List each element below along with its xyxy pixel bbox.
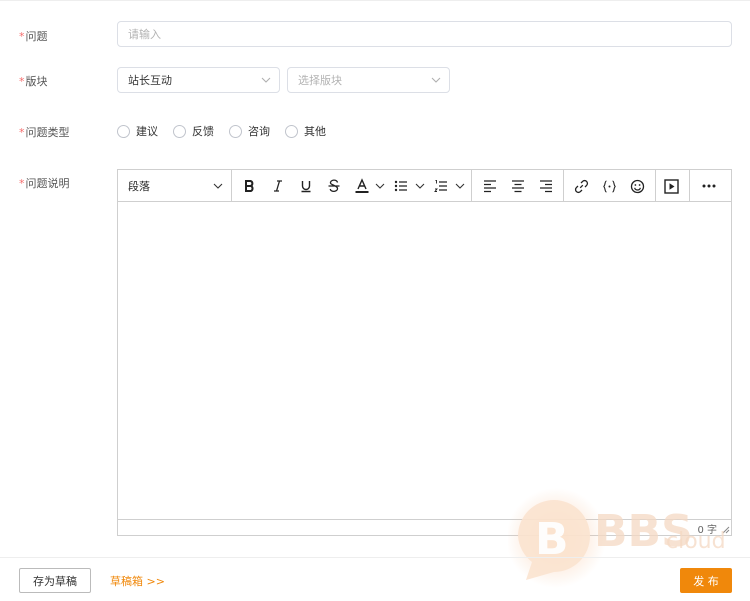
editor-toolbar: 段落 [118, 170, 731, 202]
chevron-down-icon [375, 183, 385, 189]
section-select[interactable]: 站长互动 [117, 67, 280, 93]
align-center-button[interactable] [507, 170, 529, 202]
section-label-text: 版块 [25, 75, 48, 88]
italic-button[interactable] [267, 170, 289, 202]
footer-divider [0, 557, 750, 558]
editor-content-area[interactable] [118, 203, 731, 519]
question-placeholder: 请输入 [128, 28, 161, 41]
align-right-icon [540, 180, 552, 193]
toolbar-divider [471, 170, 472, 202]
align-right-button[interactable] [535, 170, 557, 202]
bullet-list-button[interactable] [391, 170, 411, 202]
radio-label: 反馈 [192, 125, 214, 138]
radio-other[interactable]: 其他 [285, 124, 326, 138]
text-color-dropdown[interactable] [373, 170, 387, 202]
section-selected-value: 站长互动 [128, 74, 172, 87]
bold-button[interactable] [239, 170, 261, 202]
code-icon [602, 179, 616, 193]
toolbar-divider [689, 170, 690, 202]
word-count: 0 字 [697, 525, 717, 536]
italic-icon [274, 180, 282, 192]
description-label-text: 问题说明 [25, 177, 70, 190]
text-color-icon [355, 178, 369, 193]
bullet-list-dropdown[interactable] [413, 170, 427, 202]
strikethrough-icon [328, 179, 340, 193]
question-label-text: 问题 [25, 30, 48, 43]
radio-circle[interactable] [229, 124, 242, 138]
radio-circle[interactable] [285, 124, 298, 138]
drafts-link[interactable]: 草稿箱 >> [110, 573, 165, 589]
chevron-down-icon [213, 183, 223, 189]
required-mark: * [19, 30, 25, 43]
description-label: *问题说明 [19, 175, 70, 191]
numbered-list-icon [434, 180, 447, 192]
rich-text-editor: 段落 0 字 [117, 169, 732, 536]
subsection-placeholder: 选择版块 [298, 74, 342, 87]
underline-button[interactable] [295, 170, 317, 202]
text-color-button[interactable] [351, 170, 373, 202]
editor-status-bar: 0 字 [118, 519, 731, 536]
emoji-icon [630, 179, 644, 193]
publish-button[interactable]: 发 布 [680, 568, 732, 593]
required-mark: * [19, 126, 25, 139]
bullet-list-icon [394, 180, 407, 192]
question-input[interactable]: 请输入 [117, 21, 732, 47]
question-label: *问题 [19, 28, 48, 44]
type-label: *问题类型 [19, 124, 70, 140]
toolbar-divider [231, 170, 232, 202]
toolbar-divider [655, 170, 656, 202]
block-format-select[interactable]: 段落 [118, 170, 231, 202]
required-mark: * [19, 75, 25, 88]
chevron-down-icon [261, 77, 271, 83]
more-button[interactable] [697, 170, 721, 202]
more-icon [702, 184, 716, 188]
type-label-text: 问题类型 [25, 126, 70, 139]
block-format-value: 段落 [128, 180, 150, 193]
subsection-select[interactable]: 选择版块 [287, 67, 450, 93]
radio-inquiry[interactable]: 咨询 [229, 124, 270, 138]
radio-circle[interactable] [117, 124, 130, 138]
radio-label: 其他 [304, 125, 326, 138]
top-divider [0, 0, 750, 1]
radio-circle[interactable] [173, 124, 186, 138]
numbered-list-button[interactable] [431, 170, 451, 202]
radio-label: 建议 [136, 125, 158, 138]
video-icon [663, 178, 679, 194]
numbered-list-dropdown[interactable] [453, 170, 467, 202]
link-button[interactable] [570, 170, 592, 202]
link-icon [574, 179, 588, 193]
underline-icon [301, 181, 311, 193]
save-draft-button[interactable]: 存为草稿 [19, 568, 91, 593]
strikethrough-button[interactable] [323, 170, 345, 202]
radio-label: 咨询 [248, 125, 270, 138]
toolbar-divider [563, 170, 564, 202]
align-left-button[interactable] [479, 170, 501, 202]
radio-suggestion[interactable]: 建议 [117, 124, 158, 138]
emoji-button[interactable] [626, 170, 648, 202]
align-left-icon [484, 180, 496, 193]
resize-handle-icon[interactable] [720, 524, 730, 534]
radio-feedback[interactable]: 反馈 [173, 124, 214, 138]
section-label: *版块 [19, 73, 48, 89]
required-mark: * [19, 177, 25, 190]
chevron-down-icon [415, 183, 425, 189]
code-button[interactable] [598, 170, 620, 202]
video-button[interactable] [660, 170, 682, 202]
chevron-down-icon [455, 183, 465, 189]
align-center-icon [512, 180, 524, 193]
bold-icon [245, 180, 254, 192]
chevron-down-icon [431, 77, 441, 83]
